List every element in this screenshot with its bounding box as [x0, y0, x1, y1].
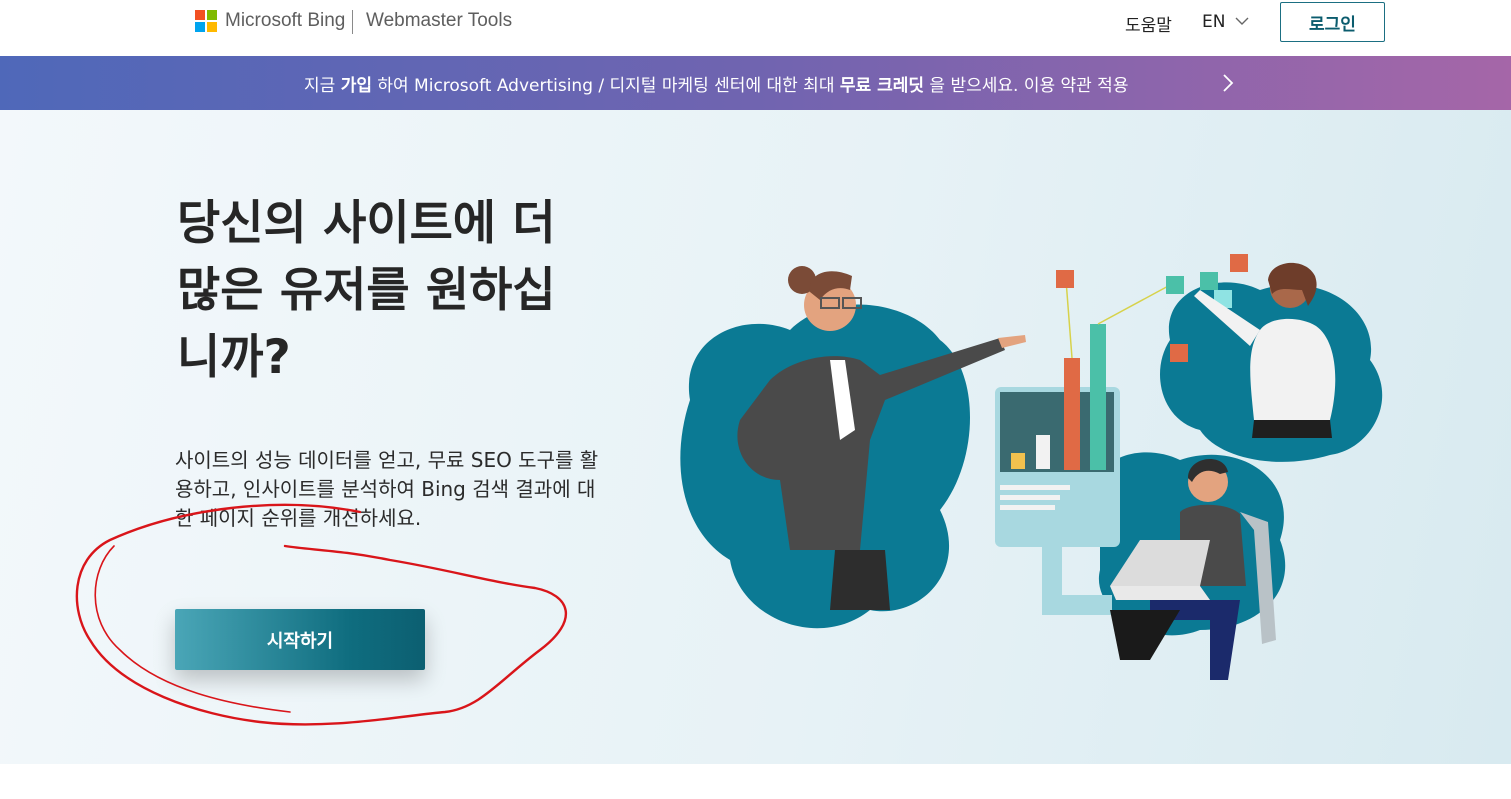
chevron-right-icon[interactable]: [1218, 72, 1238, 94]
product-name[interactable]: Webmaster Tools: [366, 10, 512, 32]
hero-illustration: [680, 254, 1383, 680]
login-button[interactable]: 로그인: [1280, 2, 1385, 42]
get-started-button[interactable]: 시작하기: [175, 609, 425, 670]
site-header: Microsoft Bing Webmaster Tools 도움말 EN 로그…: [0, 0, 1511, 56]
microsoft-logo-icon[interactable]: [195, 10, 217, 32]
promo-banner[interactable]: 지금 가입 하여 Microsoft Advertising / 디지털 마케팅…: [0, 56, 1511, 110]
language-selector[interactable]: EN: [1202, 12, 1225, 32]
brand-name[interactable]: Microsoft Bing: [225, 10, 345, 32]
page-bottom-strip: [0, 764, 1511, 799]
hero-description: 사이트의 성능 데이터를 얻고, 무료 SEO 도구를 활 용하고, 인사이트를…: [175, 448, 599, 530]
promo-banner-text: 지금 가입 하여 Microsoft Advertising / 디지털 마케팅…: [304, 76, 1129, 96]
help-link[interactable]: 도움말: [1125, 11, 1172, 36]
chevron-down-icon[interactable]: [1234, 13, 1250, 29]
brand-divider: [352, 10, 353, 34]
hero-title: 당신의 사이트에 더 많은 유저를 원하십 니까?: [177, 196, 556, 385]
